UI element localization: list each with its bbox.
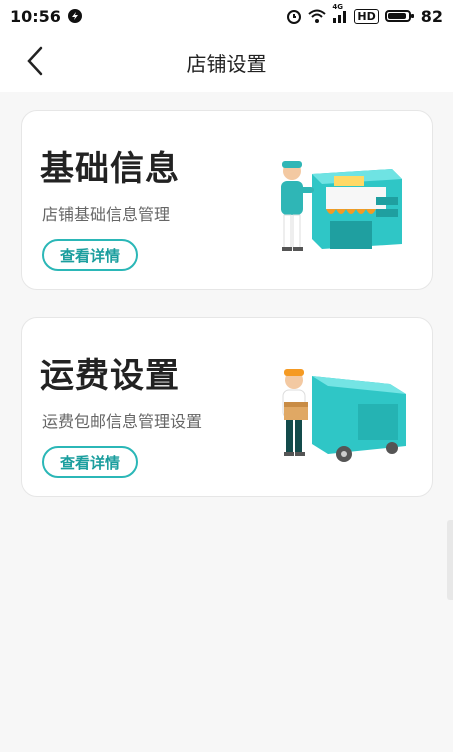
network-type: 4G — [332, 3, 344, 11]
hd-badge: HD — [354, 8, 379, 24]
battery-icon — [384, 10, 414, 22]
battery-level: 82 — [420, 6, 443, 26]
card-title: 基础信息 — [40, 149, 180, 189]
shop-staff-illustration — [281, 161, 402, 251]
alarm-icon — [286, 8, 302, 24]
card-shipping-settings[interactable]: 运费设置 运费包邮信息管理设置 查看详情 — [21, 317, 433, 497]
signal-icon: 4G — [332, 3, 348, 23]
card-title: 运费设置 — [40, 356, 180, 396]
wifi-icon — [308, 9, 327, 23]
status-bar: 10:56 4G HD 82 — [0, 0, 453, 32]
card-basic-info[interactable]: 基础信息 店铺基础信息管理 查看详情 — [21, 110, 433, 290]
view-details-button[interactable]: 查看详情 — [42, 239, 138, 271]
card-subtitle: 店铺基础信息管理 — [42, 205, 171, 224]
page-title: 店铺设置 — [186, 51, 267, 76]
card-subtitle: 运费包邮信息管理设置 — [42, 412, 203, 431]
status-time: 10:56 — [10, 6, 61, 26]
view-details-button[interactable]: 查看详情 — [42, 446, 138, 478]
nav-bar: 店铺设置 — [0, 32, 453, 92]
notification-icon — [67, 8, 83, 24]
side-drawer-handle[interactable] — [447, 520, 453, 600]
delivery-truck-illustration — [282, 369, 406, 462]
